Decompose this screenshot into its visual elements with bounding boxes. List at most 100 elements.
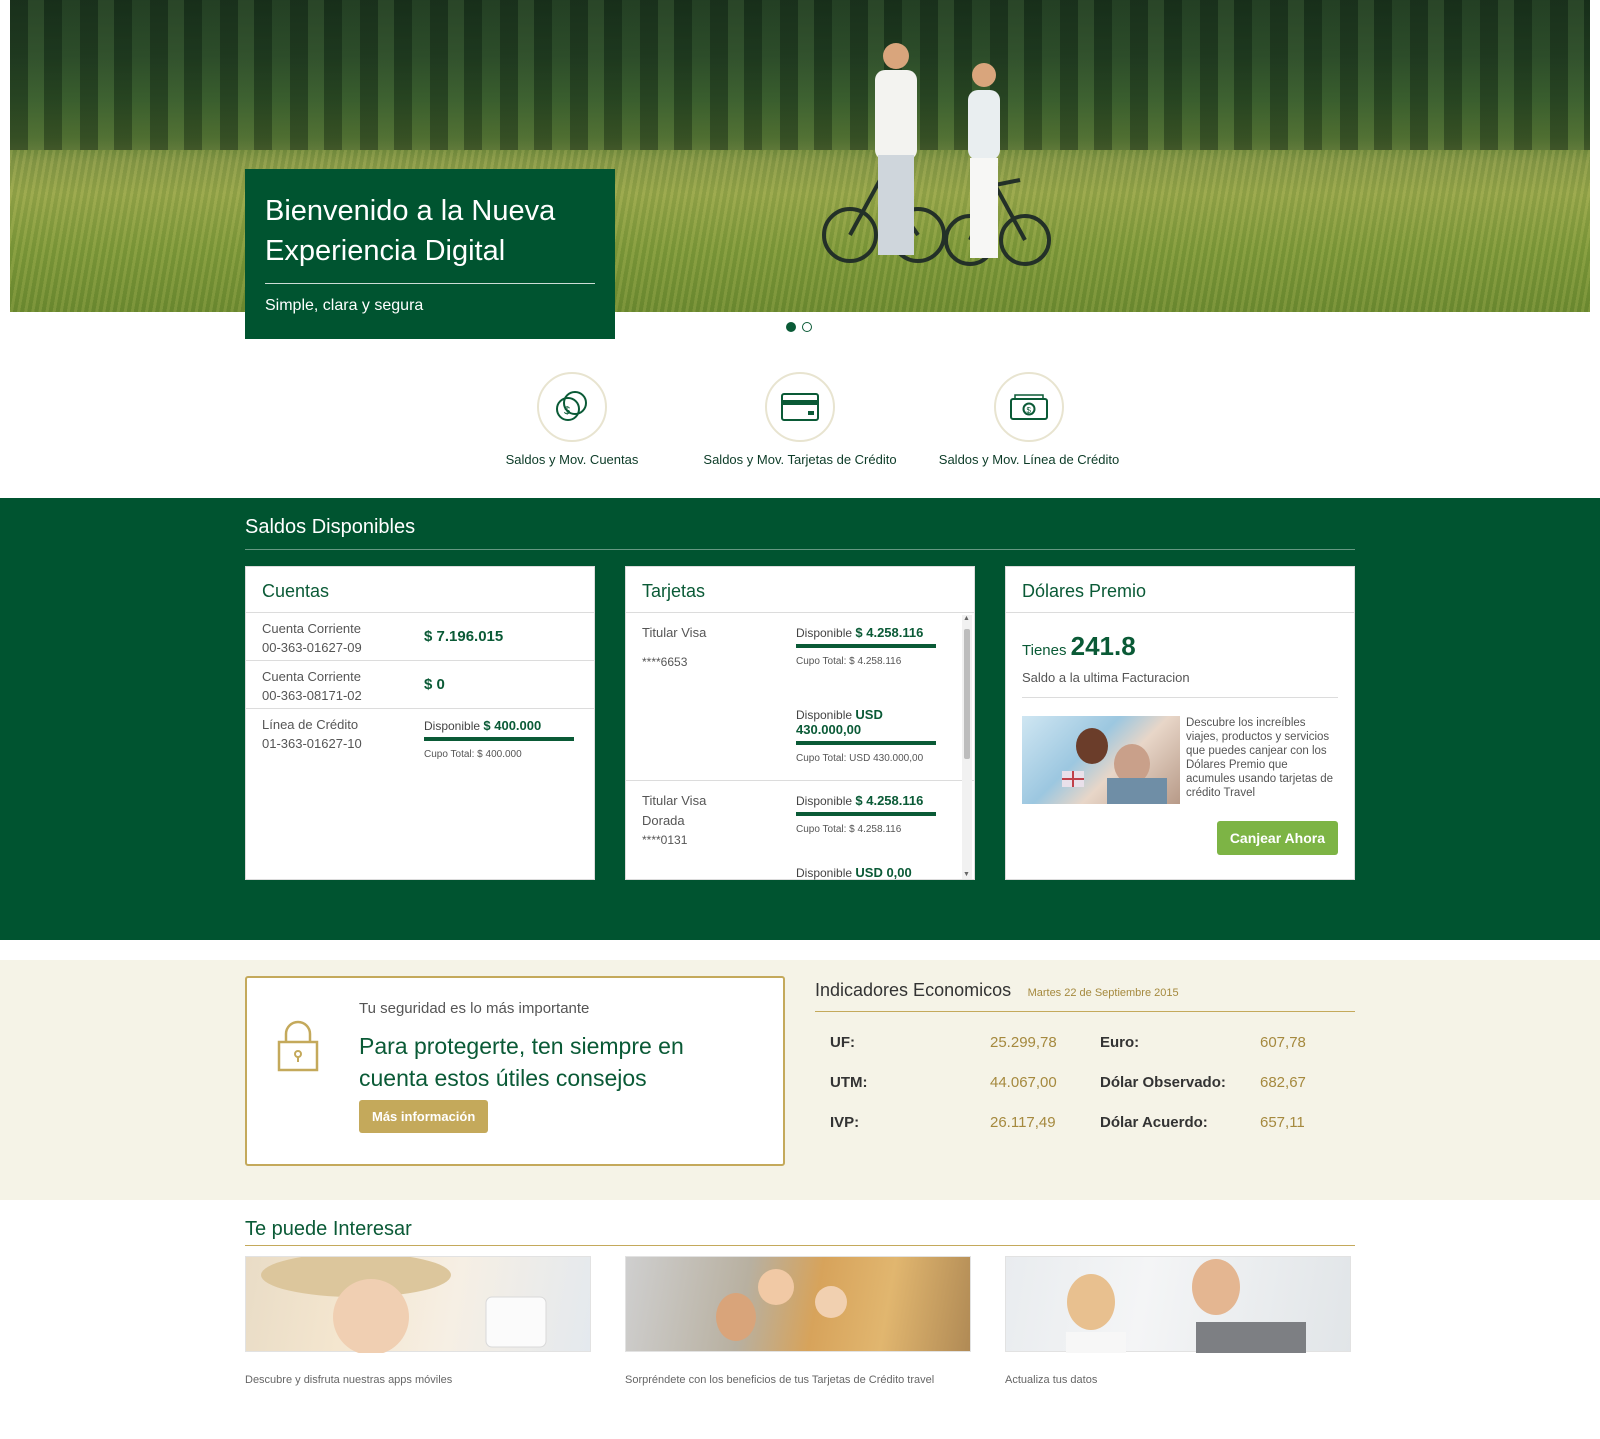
saldos-section: Saldos Disponibles Cuentas Cuenta Corrie… — [0, 498, 1600, 940]
interest-section: Te puede Interesar Descubre y disfruta n… — [245, 1218, 1355, 1386]
card-item[interactable]: Titular Visa Dorada ****0131 Disponible … — [626, 781, 974, 881]
dolares-promo: Descubre los increíbles viajes, producto… — [1022, 716, 1338, 804]
scroll-thumb[interactable] — [964, 629, 970, 759]
dolares-premio-card: Dólares Premio Tienes 241.8 Saldo a la u… — [1005, 566, 1355, 880]
forest-background — [10, 0, 1590, 150]
account-number: 00-363-01627-09 — [262, 640, 362, 655]
account-row[interactable]: Cuenta Corriente 00-363-01627-09 $ 7.196… — [246, 613, 594, 661]
tarjetas-scroll-area[interactable]: Titular Visa ****6653 Disponible $ 4.258… — [626, 613, 974, 881]
indicadores-date: Martes 22 de Septiembre 2015 — [1027, 987, 1179, 999]
indicadores-header: Indicadores Economicos Martes 22 de Sept… — [815, 980, 1355, 1012]
cupo-total: Cupo Total: $ 4.258.116 — [796, 656, 902, 667]
interest-item-datos[interactable]: Actualiza tus datos — [1005, 1256, 1355, 1386]
hero-subtitle: Simple, clara y segura — [265, 297, 424, 314]
quick-label-tarjetas: Saldos y Mov. Tarjetas de Crédito — [703, 452, 897, 467]
usd-cupo-total: Cupo Total: USD 430.000,00 — [796, 753, 924, 764]
quick-item-tarjetas[interactable]: Saldos y Mov. Tarjetas de Crédito — [685, 372, 915, 467]
card-balances: Disponible $ 4.258.116 Cupo Total: $ 4.2… — [796, 793, 936, 880]
usd-amount: USD 0,00 — [855, 865, 912, 880]
usd-label: Disponible — [796, 708, 853, 722]
indicator-value: 607,78 — [1260, 1034, 1306, 1051]
indicator-key: IVP: — [830, 1114, 860, 1131]
indicator-key: Dólar Observado: — [1100, 1074, 1226, 1091]
lock-icon — [277, 1020, 319, 1072]
tarjetas-scrollbar[interactable]: ▲ ▼ — [962, 615, 972, 879]
account-number: 00-363-08171-02 — [262, 688, 362, 703]
canjear-button[interactable]: Canjear Ahora — [1216, 821, 1338, 855]
card-name: Titular Visa Dorada — [642, 793, 707, 828]
carousel-dots — [786, 322, 812, 332]
available-bar — [424, 737, 574, 741]
promo-couple-image — [1022, 716, 1180, 804]
indicator-key: Euro: — [1100, 1034, 1140, 1051]
hero-caption: Bienvenido a la Nueva Experiencia Digita… — [245, 169, 615, 339]
available-amount: $ 4.258.116 — [855, 625, 924, 640]
carousel-dot-2[interactable] — [802, 322, 812, 332]
tarjetas-title: Tarjetas — [626, 567, 974, 613]
scroll-up-arrow-icon[interactable]: ▲ — [963, 615, 970, 623]
account-type: Cuenta Corriente — [262, 621, 361, 636]
cash-icon: $ — [994, 372, 1064, 442]
dolares-subtitle: Saldo a la ultima Facturacion — [1022, 670, 1338, 698]
tarjetas-card: Tarjetas Titular Visa ****6653 Disponibl… — [625, 566, 975, 880]
available-label: Disponible — [424, 719, 481, 733]
account-row[interactable]: Cuenta Corriente 00-363-08171-02 $ 0 — [246, 661, 594, 709]
available-amount: $ 400.000 — [483, 718, 542, 733]
indicator-key: UTM: — [830, 1074, 868, 1091]
mas-informacion-button[interactable]: Más información — [359, 1100, 489, 1133]
account-amount: $ 7.196.015 — [424, 628, 504, 645]
interest-caption: Actualiza tus datos — [1005, 1374, 1098, 1386]
card-balances: Disponible $ 4.258.116 Cupo Total: $ 4.2… — [796, 625, 936, 764]
svg-text:$: $ — [1027, 406, 1032, 415]
credit-line-row[interactable]: Línea de Crédito 01-363-01627-10 Disponi… — [246, 709, 594, 773]
quick-item-linea[interactable]: $ Saldos y Mov. Línea de Crédito — [914, 372, 1144, 467]
coins-icon: $ — [537, 372, 607, 442]
indicadores-grid: UF: 25.299,78 Euro: 607,78 UTM: 44.067,0… — [815, 1012, 1355, 1142]
tienes-label: Tienes — [1022, 642, 1067, 659]
scroll-down-arrow-icon[interactable]: ▼ — [963, 871, 970, 879]
indicator-value: 657,11 — [1260, 1114, 1305, 1131]
cuentas-title: Cuentas — [246, 567, 594, 613]
available-label: Disponible — [796, 794, 853, 808]
available-label: Disponible — [796, 626, 853, 640]
cuentas-card: Cuentas Cuenta Corriente 00-363-01627-09… — [245, 566, 595, 880]
security-indicators-band: Tu seguridad es lo más importante Para p… — [0, 960, 1600, 1200]
security-small-text: Tu seguridad es lo más importante — [359, 1000, 590, 1017]
security-headline: Para protegerte, ten siempre en cuenta e… — [359, 1033, 684, 1091]
credit-card-icon — [765, 372, 835, 442]
usd-bar — [796, 741, 936, 745]
indicator-value: 25.299,78 — [990, 1034, 1057, 1051]
usd-label: Disponible — [796, 866, 853, 880]
cupo-total: Cupo Total: $ 400.000 — [424, 749, 522, 760]
saldos-title: Saldos Disponibles — [245, 516, 1355, 550]
quick-item-cuentas[interactable]: $ Saldos y Mov. Cuentas — [457, 372, 687, 467]
indicator-value: 682,67 — [1260, 1074, 1306, 1091]
account-type: Cuenta Corriente — [262, 669, 361, 684]
indicator-value: 26.117,49 — [990, 1114, 1056, 1131]
hero-title: Bienvenido a la Nueva Experiencia Digita… — [265, 191, 595, 284]
dolares-title: Dólares Premio — [1006, 567, 1354, 613]
interest-item-apps[interactable]: Descubre y disfruta nuestras apps móvile… — [245, 1253, 595, 1386]
indicator-key: UF: — [830, 1034, 855, 1051]
credit-available: Disponible $ 400.000 Cupo Total: $ 400.0… — [424, 718, 574, 760]
carousel-dot-1[interactable] — [786, 322, 796, 332]
family-travel-image — [625, 1256, 971, 1352]
available-bar — [796, 644, 936, 648]
card-item[interactable]: Titular Visa ****6653 Disponible $ 4.258… — [626, 613, 974, 781]
svg-text:$: $ — [564, 405, 570, 417]
couple-with-laptop-image — [1005, 1256, 1351, 1353]
quick-access: $ Saldos y Mov. Cuentas Saldos y Mov. Ta… — [0, 372, 1600, 472]
indicator-value: 44.067,00 — [990, 1074, 1057, 1091]
couple-with-bicycles-image — [822, 43, 1051, 266]
interest-caption: Descubre y disfruta nuestras apps móvile… — [245, 1374, 453, 1386]
available-bar — [796, 812, 936, 816]
security-box: Tu seguridad es lo más importante Para p… — [245, 976, 785, 1166]
dolares-balance: Tienes 241.8 — [1022, 631, 1338, 662]
account-amount: $ 0 — [424, 676, 445, 693]
promo-text: Descubre los increíbles viajes, producto… — [1186, 717, 1334, 799]
interest-title: Te puede Interesar — [245, 1218, 1355, 1246]
indicadores-title: Indicadores Economicos — [815, 980, 1012, 1000]
indicadores-panel: Indicadores Economicos Martes 22 de Sept… — [815, 980, 1355, 1142]
indicator-key: Dólar Acuerdo: — [1100, 1114, 1208, 1131]
interest-item-travel[interactable]: Sorpréndete con los beneficios de tus Ta… — [625, 1256, 975, 1386]
